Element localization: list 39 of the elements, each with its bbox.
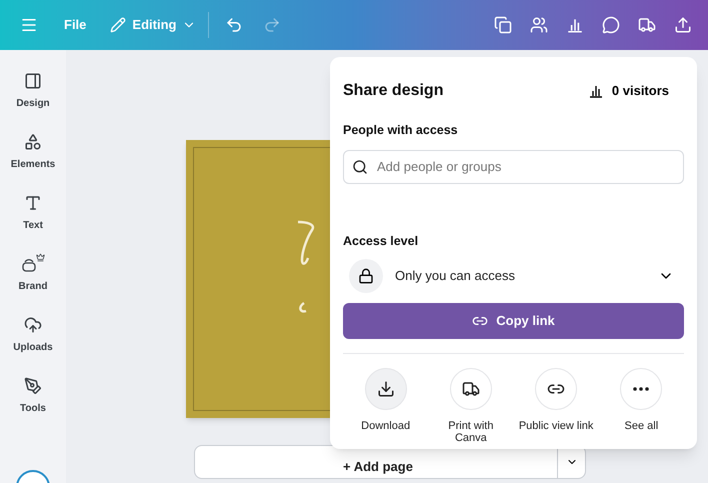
share-option[interactable]: Public view link	[514, 368, 599, 444]
truck-icon[interactable]	[638, 16, 656, 34]
section-heading: Access level	[343, 232, 420, 250]
sidebar-item[interactable]: Design	[3, 68, 63, 111]
sidebar-item[interactable]: Text	[3, 190, 63, 233]
share-icon[interactable]	[674, 16, 692, 34]
shapes-icon	[24, 133, 42, 151]
undo-icon	[225, 16, 244, 34]
download-icon	[376, 380, 395, 398]
sidebar-item[interactable]: Brand	[3, 251, 63, 294]
users-icon[interactable]	[530, 16, 548, 34]
share-option[interactable]: See all	[598, 368, 684, 444]
menu-icon	[20, 16, 38, 34]
bar-chart-icon	[588, 83, 604, 99]
add-page-button[interactable]: + Add page	[194, 445, 586, 479]
section-heading: People with access	[343, 122, 459, 139]
pen-icon	[24, 377, 42, 395]
comment-icon[interactable]	[602, 16, 620, 34]
brand-icon	[21, 253, 45, 273]
visitors-count: 0 visitors	[612, 82, 669, 100]
sidebar-item[interactable]: Uploads	[3, 312, 63, 355]
cloud-upload-icon	[24, 316, 42, 334]
panel-title: Share design	[343, 81, 444, 101]
access-level-dropdown[interactable]: Only you can access	[343, 258, 684, 292]
layout-icon	[24, 72, 42, 90]
sidebar-item[interactable]: Elements	[3, 129, 63, 172]
redo-icon	[263, 16, 282, 34]
pencil-icon	[110, 17, 126, 33]
truck-icon	[462, 380, 480, 398]
copy-icon[interactable]	[494, 16, 512, 34]
copy-link-button[interactable]: Copy link	[343, 302, 684, 338]
more-icon	[633, 386, 650, 390]
search-icon	[352, 158, 368, 175]
share-option[interactable]: Print with Canva	[428, 368, 514, 444]
text-icon	[24, 194, 42, 212]
sidebar-item[interactable]: Tools	[3, 373, 63, 416]
search-field[interactable]: Add people or groups	[343, 150, 684, 184]
share-option[interactable]: Download	[343, 368, 428, 444]
lock-icon	[358, 268, 374, 284]
